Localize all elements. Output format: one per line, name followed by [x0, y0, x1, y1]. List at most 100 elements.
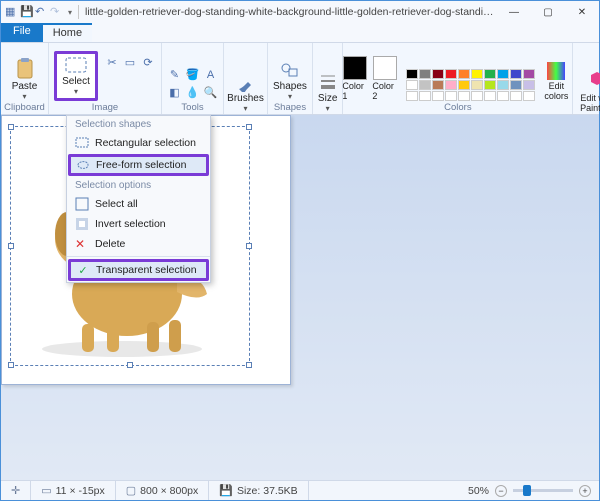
menu-select-all[interactable]: Select all [67, 194, 210, 214]
palette-swatch[interactable] [484, 91, 496, 101]
zoom-icon[interactable]: 🔍 [203, 85, 219, 101]
minimize-button[interactable]: — [497, 1, 531, 23]
menu-delete[interactable]: ✕ Delete [67, 234, 210, 254]
shapes-button[interactable]: Shapes ▾ [273, 60, 307, 101]
palette-swatch[interactable] [484, 80, 496, 90]
size-button[interactable]: Size ▾ [318, 72, 337, 113]
disk-icon: 💾 [219, 484, 233, 497]
handle[interactable] [246, 124, 252, 130]
maximize-button[interactable]: ▢ [531, 1, 565, 23]
menu-free-form-selection[interactable]: Free-form selection [68, 154, 209, 176]
handle[interactable] [246, 362, 252, 368]
group-tools: Tools [181, 102, 203, 113]
palette-swatch[interactable] [510, 91, 522, 101]
rotate-icon[interactable]: ⟳ [140, 55, 156, 71]
handle[interactable] [8, 362, 14, 368]
color2-button[interactable]: Color 2 [372, 56, 398, 101]
palette-swatch[interactable] [445, 69, 457, 79]
palette-swatch[interactable] [432, 69, 444, 79]
select-icon [64, 56, 88, 76]
handle[interactable] [246, 243, 252, 249]
palette-swatch[interactable] [497, 80, 509, 90]
palette-swatch[interactable] [419, 80, 431, 90]
palette-swatch[interactable] [458, 80, 470, 90]
chevron-down-icon: ▾ [288, 92, 292, 101]
palette-swatch[interactable] [406, 91, 418, 101]
palette-swatch[interactable] [406, 80, 418, 90]
resize-icon[interactable]: ▭ [122, 55, 138, 71]
group-shapes: Shapes [274, 102, 306, 113]
picker-icon[interactable]: 💧 [185, 85, 201, 101]
text-icon[interactable]: A [203, 67, 219, 83]
group-colors: Colors [444, 102, 471, 113]
palette-swatch[interactable] [497, 91, 509, 101]
palette-swatch[interactable] [432, 91, 444, 101]
work-area[interactable]: Selection shapes Rectangular selection F… [1, 115, 599, 480]
group-clipboard: Clipboard [4, 102, 45, 113]
menu-invert-selection[interactable]: Invert selection [67, 214, 210, 234]
paint3d-button[interactable]: Edit with Paint 3D [578, 70, 600, 113]
palette-swatch[interactable] [471, 69, 483, 79]
save-icon[interactable]: 💾 [20, 6, 32, 18]
status-bar: ✛ ▭11 × -15px ▢800 × 800px 💾Size: 37.5KB… [1, 480, 599, 500]
brushes-button[interactable]: Brushes ▾ [227, 72, 264, 113]
palette-swatch[interactable] [484, 69, 496, 79]
delete-icon: ✕ [75, 237, 89, 251]
palette-swatch[interactable] [406, 69, 418, 79]
palette-swatch[interactable] [419, 69, 431, 79]
window-title: little-golden-retriever-dog-standing-whi… [83, 6, 497, 18]
palette-swatch[interactable] [471, 91, 483, 101]
color2-swatch [373, 56, 397, 80]
palette-swatch[interactable] [523, 91, 535, 101]
menu-transparent-selection[interactable]: ✓ Transparent selection [68, 259, 209, 281]
close-button[interactable]: ✕ [565, 1, 599, 23]
palette-swatch[interactable] [523, 80, 535, 90]
tab-home[interactable]: Home [43, 23, 92, 42]
handle[interactable] [8, 243, 14, 249]
zoom-slider[interactable] [513, 489, 573, 492]
menu-header: Selection options [67, 177, 210, 194]
palette-swatch[interactable] [510, 69, 522, 79]
palette-swatch[interactable] [432, 80, 444, 90]
divider [78, 5, 79, 19]
palette-swatch[interactable] [419, 91, 431, 101]
qat-dropdown-icon[interactable]: ▾ [68, 8, 72, 17]
eraser-icon[interactable]: ◧ [167, 85, 183, 101]
selection-size-icon: ▭ [41, 484, 51, 497]
select-button[interactable]: Select ▾ [54, 51, 98, 101]
slider-thumb[interactable] [523, 485, 531, 496]
palette-swatch[interactable] [497, 69, 509, 79]
palette-swatch[interactable] [458, 91, 470, 101]
status-size: Size: 37.5KB [237, 485, 298, 497]
palette-swatch[interactable] [445, 80, 457, 90]
palette-swatch[interactable] [510, 80, 522, 90]
separator [67, 256, 210, 257]
status-canvas: 800 × 800px [140, 485, 198, 497]
color1-swatch [343, 56, 367, 80]
undo-icon[interactable]: ↶ [35, 6, 47, 18]
fill-icon[interactable]: 🪣 [185, 67, 201, 83]
invert-icon [75, 217, 89, 231]
palette-swatch[interactable] [445, 91, 457, 101]
status-pos: 11 × -15px [56, 485, 105, 497]
edit-colors-button[interactable]: Edit colors [539, 62, 573, 101]
color1-button[interactable]: Color 1 [342, 56, 368, 101]
paste-button[interactable]: Paste ▾ [8, 58, 42, 101]
zoom-out-button[interactable]: − [495, 485, 507, 497]
paint3d-icon [587, 70, 600, 92]
pencil-icon[interactable]: ✎ [167, 67, 183, 83]
palette-swatch[interactable] [471, 80, 483, 90]
crop-icon[interactable]: ✂ [104, 55, 120, 71]
tab-file[interactable]: File [1, 23, 43, 42]
palette-swatch[interactable] [523, 69, 535, 79]
title-bar: ▦ 💾 ↶ ↷ ▾ little-golden-retriever-dog-st… [1, 1, 599, 23]
chevron-down-icon: ▾ [22, 92, 26, 101]
redo-icon[interactable]: ↷ [50, 6, 62, 18]
palette-swatch[interactable] [458, 69, 470, 79]
handle[interactable] [8, 124, 14, 130]
menu-rectangular-selection[interactable]: Rectangular selection [67, 133, 210, 153]
rect-select-icon [75, 136, 89, 150]
chevron-down-icon: ▾ [326, 104, 330, 113]
color-palette[interactable] [406, 69, 535, 101]
zoom-in-button[interactable]: + [579, 485, 591, 497]
